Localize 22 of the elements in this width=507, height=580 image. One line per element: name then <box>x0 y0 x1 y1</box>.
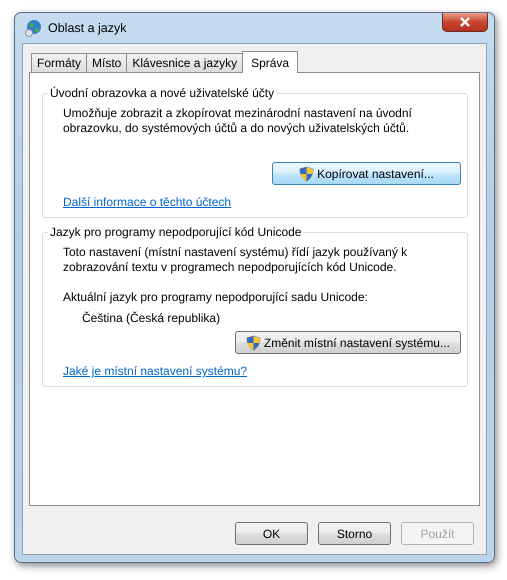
dialog-button[interactable]: Storno <box>318 522 391 545</box>
dialog-button[interactable]: OK <box>235 522 308 545</box>
group-title: Úvodní obrazovka a nové uživatelské účty <box>48 86 276 100</box>
shield-icon <box>246 334 261 350</box>
help-link[interactable]: Další informace o těchto účtech <box>63 195 232 209</box>
help-link[interactable]: Jaké je místní nastavení systému? <box>63 364 248 378</box>
group-title: Jazyk pro programy nepodporující kód Unicode <box>48 225 304 239</box>
close-icon <box>459 17 471 27</box>
description-text: Toto nastavení (místní nastavení systému) řídí jazyk používaný k zobrazování textu v programech nepodporujících kód Unicode. <box>63 245 408 275</box>
tab[interactable]: Klávesnice a jazyky <box>126 53 244 72</box>
globe-icon <box>24 19 42 37</box>
current-language-value: Čeština (Česká republika) <box>82 311 222 325</box>
close-button[interactable] <box>442 13 488 32</box>
current-language-label: Aktuální jazyk pro programy nepodporující sadu Unicode: <box>63 290 369 304</box>
tab[interactable]: Místo <box>86 53 128 72</box>
description-text: Umožňuje zobrazit a zkopírovat mezinárodní nastavení na úvodní obrazovku, do systémových účtů a do nových uživatelských účtů. <box>63 106 413 136</box>
shield-button[interactable]: Změnit místní nastavení systému... <box>234 331 461 354</box>
shield-button[interactable]: Kopírovat nastavení... <box>272 162 461 185</box>
tab[interactable]: Formáty <box>31 53 88 72</box>
shield-icon <box>299 166 314 182</box>
tab[interactable]: Správa <box>242 51 298 73</box>
window-title: Oblast a jazyk <box>48 21 128 35</box>
